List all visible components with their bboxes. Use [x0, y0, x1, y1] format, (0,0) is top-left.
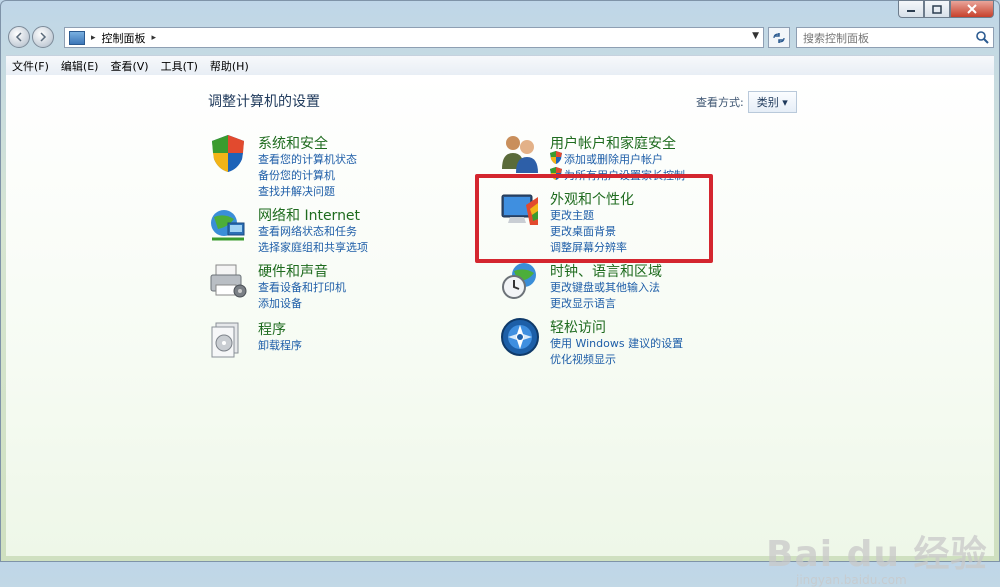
search-box[interactable] [796, 27, 994, 48]
accessibility-icon[interactable] [500, 317, 540, 357]
category-network-internet: 网络和 Internet 查看网络状态和任务 选择家庭组和共享选项 [208, 205, 458, 255]
watermark: Bai du 经验 jingyan.baidu.com [766, 525, 988, 587]
close-icon [967, 4, 977, 14]
close-button[interactable] [950, 0, 994, 18]
back-arrow-icon [15, 32, 22, 42]
category-title[interactable]: 网络和 Internet [258, 205, 360, 225]
link-optimize-visual-display[interactable]: 优化视频显示 [550, 351, 616, 367]
link-add-remove-users[interactable]: 添加或删除用户帐户 [564, 151, 663, 167]
category-programs: 程序 卸载程序 [208, 319, 458, 359]
menu-edit[interactable]: 编辑(E) [55, 58, 105, 74]
users-icon[interactable] [500, 133, 540, 173]
refresh-button[interactable] [768, 27, 790, 48]
control-panel-icon [69, 30, 85, 45]
menu-file[interactable]: 文件(F) [6, 58, 55, 74]
category-hardware-sound: 硬件和声音 查看设备和打印机 添加设备 [208, 261, 458, 311]
search-input[interactable] [801, 29, 975, 48]
link-uninstall-program[interactable]: 卸载程序 [258, 337, 302, 353]
minimize-button[interactable] [898, 0, 924, 18]
forward-button[interactable] [32, 26, 54, 48]
category-title[interactable]: 轻松访问 [550, 317, 606, 337]
programs-icon[interactable] [208, 319, 248, 359]
link-change-keyboard-input[interactable]: 更改键盘或其他输入法 [550, 279, 660, 295]
uac-shield-icon [550, 151, 562, 164]
menu-bar: 文件(F) 编辑(E) 查看(V) 工具(T) 帮助(H) [6, 55, 994, 76]
link-homegroup-sharing[interactable]: 选择家庭组和共享选项 [258, 239, 368, 255]
watermark-brand: Bai du 经验 [766, 534, 988, 575]
maximize-button[interactable] [924, 0, 950, 18]
view-by: 查看方式: 类别 ▾ [696, 91, 797, 113]
view-by-select[interactable]: 类别 ▾ [747, 91, 797, 113]
navigation-bar: ▸ 控制面板 ▸ ▼ [6, 24, 994, 52]
address-dropdown-icon[interactable]: ▼ [752, 31, 759, 41]
control-panel-content: 调整计算机的设置 查看方式: 类别 ▾ 系统和安全 查看您的计算机状态 备份您的… [6, 75, 994, 587]
printer-icon[interactable] [208, 261, 248, 301]
link-troubleshoot[interactable]: 查找并解决问题 [258, 183, 335, 199]
link-devices-printers[interactable]: 查看设备和打印机 [258, 279, 346, 295]
network-icon[interactable] [208, 205, 248, 245]
caption-buttons [898, 0, 994, 18]
category-title[interactable]: 系统和安全 [258, 133, 328, 153]
category-title[interactable]: 硬件和声音 [258, 261, 328, 281]
page-title: 调整计算机的设置 [208, 94, 320, 110]
refresh-icon [773, 32, 785, 43]
category-title[interactable]: 用户帐户和家庭安全 [550, 133, 676, 153]
link-backup-computer[interactable]: 备份您的计算机 [258, 167, 335, 183]
clock-globe-icon[interactable] [500, 261, 540, 301]
maximize-icon [932, 4, 942, 14]
category-ease-of-access: 轻松访问 使用 Windows 建议的设置 优化视频显示 [500, 317, 750, 367]
highlight-box [475, 174, 713, 263]
breadcrumb-separator[interactable]: ▸ [152, 33, 157, 43]
breadcrumb-control-panel[interactable]: 控制面板 [102, 30, 146, 46]
menu-tools[interactable]: 工具(T) [155, 58, 204, 74]
link-change-display-language[interactable]: 更改显示语言 [550, 295, 616, 311]
search-icon[interactable] [975, 30, 989, 44]
forward-arrow-icon [40, 32, 47, 42]
minimize-icon [907, 10, 915, 12]
breadcrumb-separator[interactable]: ▸ [91, 33, 96, 43]
link-windows-recommended-settings[interactable]: 使用 Windows 建议的设置 [550, 335, 683, 351]
address-bar[interactable]: ▸ 控制面板 ▸ ▼ [64, 27, 764, 48]
menu-view[interactable]: 查看(V) [104, 58, 154, 74]
category-clock-language-region: 时钟、语言和区域 更改键盘或其他输入法 更改显示语言 [500, 261, 750, 311]
category-title[interactable]: 时钟、语言和区域 [550, 261, 662, 281]
category-system-security: 系统和安全 查看您的计算机状态 备份您的计算机 查找并解决问题 [208, 133, 458, 199]
link-add-device[interactable]: 添加设备 [258, 295, 302, 311]
link-view-computer-status[interactable]: 查看您的计算机状态 [258, 151, 357, 167]
view-by-label: 查看方式: [696, 96, 744, 109]
back-button[interactable] [8, 26, 30, 48]
link-network-status[interactable]: 查看网络状态和任务 [258, 223, 357, 239]
menu-help[interactable]: 帮助(H) [204, 58, 255, 74]
shield-icon[interactable] [208, 133, 248, 173]
category-title[interactable]: 程序 [258, 319, 286, 339]
